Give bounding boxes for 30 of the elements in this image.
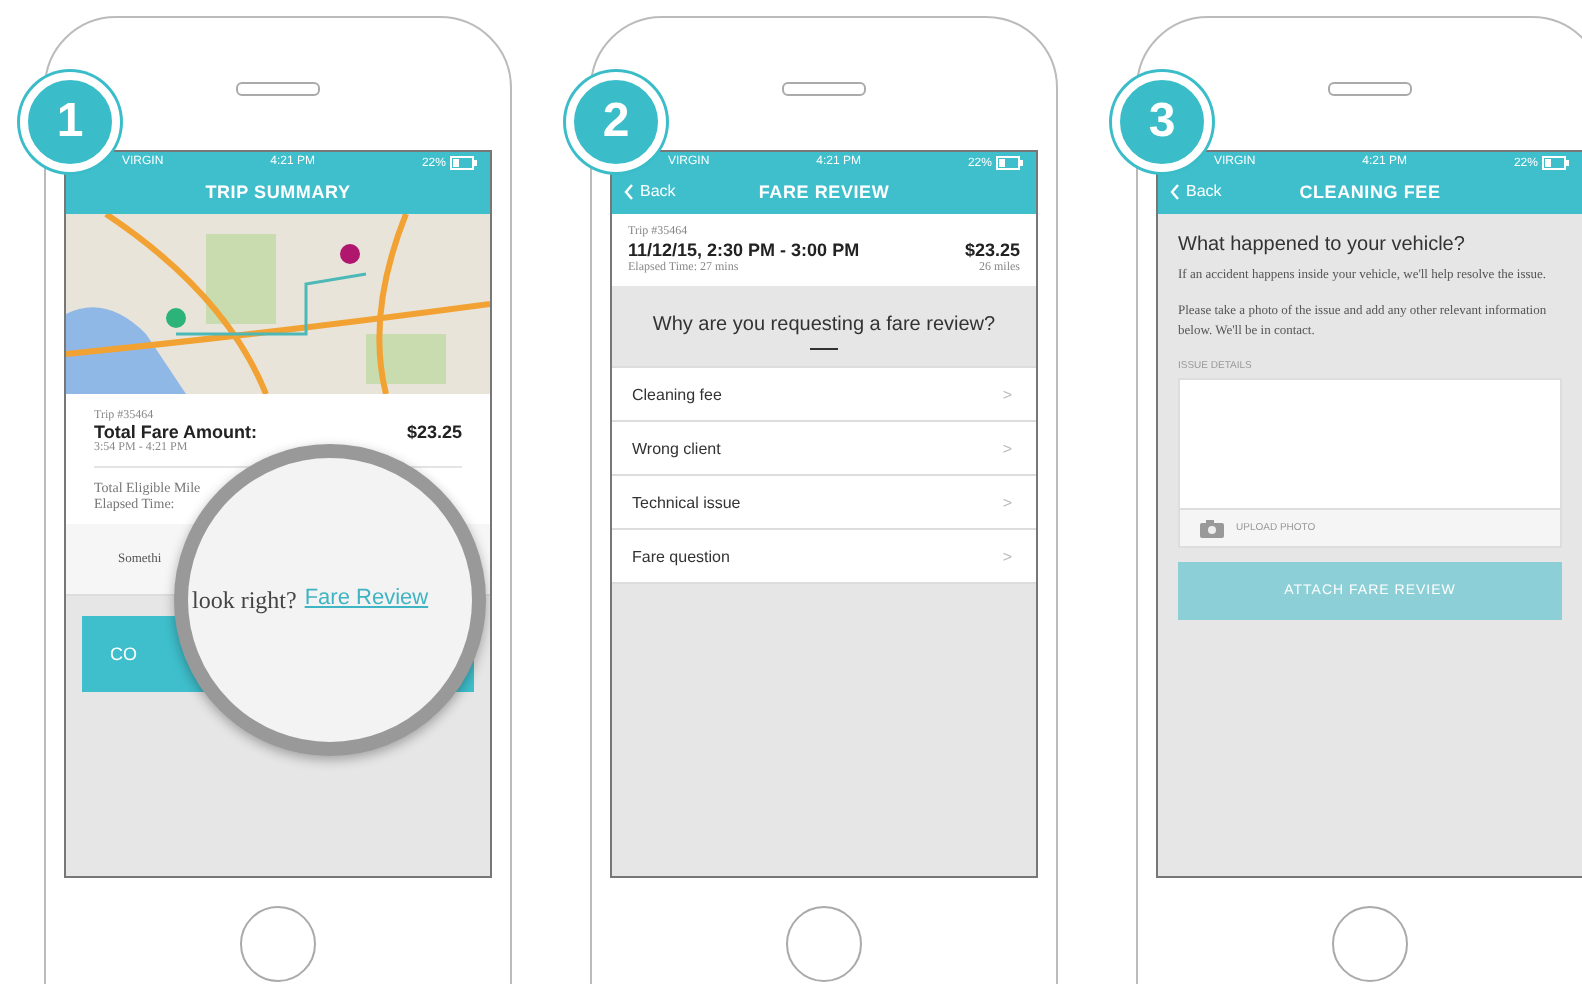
- speaker-slot: [782, 82, 866, 96]
- reason-item[interactable]: Wrong client >: [612, 422, 1036, 476]
- back-chevron-icon: [624, 183, 634, 199]
- reason-item[interactable]: Technical issue >: [612, 476, 1036, 530]
- fare-amount: $23.25: [964, 240, 1020, 260]
- back-button[interactable]: Back: [1170, 182, 1222, 200]
- speaker-slot: [236, 82, 320, 96]
- screen-title: CLEANING FEE: [1299, 182, 1441, 202]
- battery-icon: [995, 156, 1024, 170]
- magnified-text: look right?: [192, 585, 297, 615]
- trip-dates: 11/12/15, 2:30 PM - 3:00 PM: [628, 240, 860, 260]
- reason-item[interactable]: Fare question >: [612, 530, 1036, 584]
- question-heading: What happened to your vehicle?: [1178, 234, 1467, 256]
- fare-review-link[interactable]: Fare Review: [304, 585, 429, 615]
- fare-label: Total Fare Amount:: [94, 422, 257, 442]
- back-button[interactable]: Back: [624, 182, 676, 200]
- issue-details-field[interactable]: [1178, 378, 1562, 511]
- question-text: Why are you requesting a fare review?: [652, 314, 996, 336]
- fare-amount: $23.25: [406, 422, 462, 442]
- battery-icon: [449, 156, 478, 170]
- step-badge: 2: [566, 72, 666, 172]
- battery-icon: [1541, 156, 1570, 170]
- screen-title: TRIP SUMMARY: [205, 182, 351, 202]
- back-chevron-icon: [1170, 183, 1180, 199]
- screen-title: FARE REVIEW: [758, 182, 890, 202]
- camera-icon: [1200, 519, 1224, 538]
- speaker-slot: [1328, 82, 1412, 96]
- step-badge: 3: [1112, 72, 1212, 172]
- step-badge: 1: [20, 72, 120, 172]
- reason-item[interactable]: Cleaning fee >: [612, 368, 1036, 422]
